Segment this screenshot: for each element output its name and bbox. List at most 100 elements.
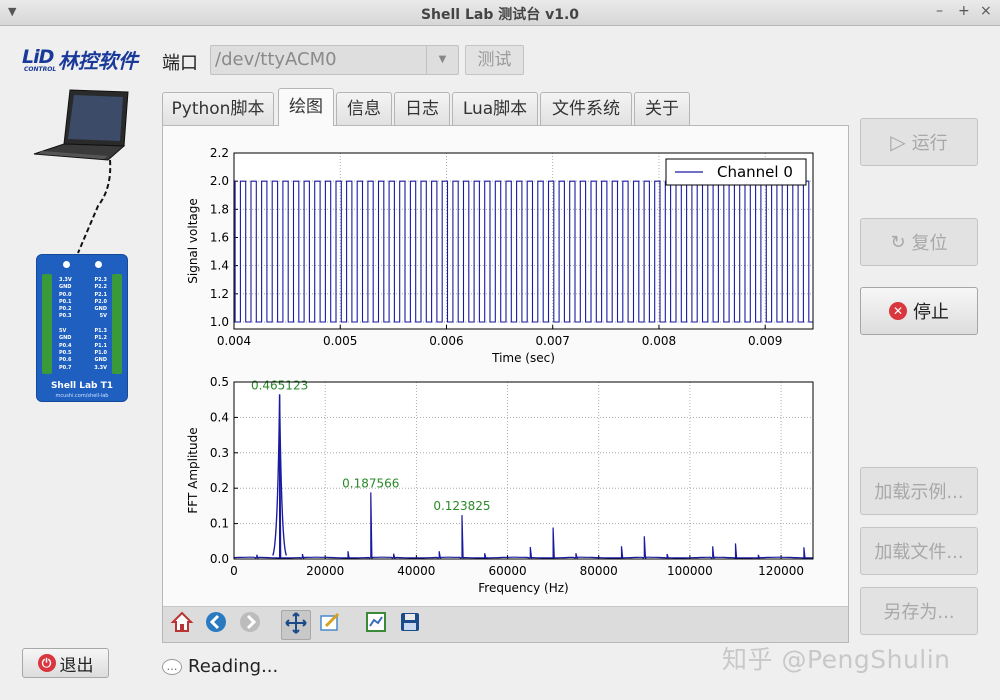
load-example-button[interactable]: 加载示例... bbox=[860, 467, 978, 515]
logo-sub: CONTROL bbox=[24, 66, 57, 73]
pin-label: P1.0 bbox=[94, 349, 107, 356]
zoom-edit-icon[interactable] bbox=[315, 610, 345, 640]
maximize-button[interactable]: + bbox=[958, 3, 970, 19]
port-value: /dev/ttyACM0 bbox=[215, 49, 337, 70]
title-bar: ▼ Shell Lab 测试台 v1.0 – + × bbox=[0, 0, 1000, 26]
pan-move-icon[interactable] bbox=[281, 610, 311, 640]
window-title: Shell Lab 测试台 v1.0 bbox=[420, 7, 580, 23]
exit-label: 退出 bbox=[59, 655, 94, 676]
status-bar: … Reading... bbox=[162, 656, 278, 677]
close-button[interactable]: × bbox=[980, 3, 992, 19]
y-tick-label: 0.0 bbox=[210, 552, 229, 566]
pin-labels-left: 3.3V GND P0.0 P0.1 P0.2 P0.3 5V GND P0.4 P0.5 P0.… bbox=[59, 277, 72, 372]
logo-mark: LiD bbox=[22, 46, 54, 68]
x-tick-label: 0.007 bbox=[536, 334, 570, 348]
x-tick-label: 60000 bbox=[488, 564, 526, 578]
tab-python-script[interactable]: Python脚本 bbox=[162, 92, 274, 126]
tab-plot[interactable]: 绘图 bbox=[278, 88, 334, 126]
y-tick-label: 2.0 bbox=[210, 174, 229, 188]
tab-about[interactable]: 关于 bbox=[634, 92, 690, 126]
mount-hole bbox=[95, 261, 102, 268]
x-tick-label: 100000 bbox=[667, 564, 713, 578]
tab-file-system[interactable]: 文件系统 bbox=[540, 92, 632, 126]
device-url: mcushi.com/shell-lab bbox=[55, 393, 109, 399]
pin-label: P0.4 bbox=[59, 342, 72, 349]
y-tick-label: 0.3 bbox=[210, 446, 229, 460]
plot-canvas: 0.004 0.005 0.006 0.007 0.008 0.009 1.0 1.2 1.4 1… bbox=[186, 146, 814, 595]
y-tick-label: 1.8 bbox=[210, 202, 229, 216]
pin-label: P1.1 bbox=[94, 342, 107, 349]
tab-log[interactable]: 日志 bbox=[394, 92, 450, 126]
device-board-image: 3.3V GND P0.0 P0.1 P0.2 P0.3 5V GND P0.4 P0.5 P0.… bbox=[36, 254, 128, 402]
legend-label: Channel 0 bbox=[717, 163, 793, 181]
status-text: Reading... bbox=[188, 656, 279, 677]
watermark: 知乎 @PengShulin bbox=[722, 645, 951, 674]
y-tick-label: 1.0 bbox=[210, 315, 229, 329]
logo-name: 林控软件 bbox=[58, 49, 138, 73]
plot-toolbar bbox=[163, 606, 848, 642]
x-tick-label: 120000 bbox=[758, 564, 804, 578]
tab-info[interactable]: 信息 bbox=[336, 92, 392, 126]
y-tick-label: 0.1 bbox=[210, 517, 229, 531]
peak-annotation: 0.465123 bbox=[251, 378, 308, 392]
y-axis-label: FFT Amplitude bbox=[186, 427, 200, 513]
y-tick-label: 1.4 bbox=[210, 259, 229, 273]
run-button[interactable]: ▷ 运行 bbox=[860, 118, 978, 166]
run-label: 运行 bbox=[911, 133, 948, 154]
pin-header-left bbox=[42, 274, 52, 374]
refresh-icon: ↻ bbox=[890, 231, 906, 253]
pin-label: P0.6 bbox=[59, 357, 72, 364]
pin-label: P0.0 bbox=[59, 291, 72, 298]
save-disk-icon[interactable] bbox=[395, 610, 425, 640]
tab-lua-script[interactable]: Lua脚本 bbox=[452, 92, 538, 126]
pin-label: P0.7 bbox=[59, 364, 72, 371]
exit-button[interactable]: ⏻ 退出 bbox=[22, 648, 109, 678]
pin-label: P0.1 bbox=[59, 298, 72, 305]
stop-button[interactable]: ✕ 停止 bbox=[860, 287, 978, 335]
home-icon[interactable] bbox=[167, 610, 197, 640]
chevron-down-icon[interactable]: ▼ bbox=[426, 46, 458, 74]
save-as-button[interactable]: 另存为... bbox=[860, 587, 978, 635]
y-tick-label: 0.4 bbox=[210, 410, 229, 424]
port-select[interactable]: /dev/ttyACM0 ▼ bbox=[210, 45, 459, 75]
x-tick-label: 40000 bbox=[397, 564, 435, 578]
y-axis-label: Signal voltage bbox=[186, 198, 200, 284]
x-tick-label: 0.005 bbox=[323, 334, 357, 348]
y-tick-label: 1.6 bbox=[210, 230, 229, 244]
load-file-button[interactable]: 加载文件... bbox=[860, 527, 978, 575]
plot-panel: 0.004 0.005 0.006 0.007 0.008 0.009 1.0 1.2 1.4 1… bbox=[162, 125, 849, 643]
peak-annotation: 0.123825 bbox=[433, 499, 490, 513]
mount-hole bbox=[63, 261, 70, 268]
device-name: Shell Lab T1 bbox=[50, 381, 114, 391]
port-label: 端口 bbox=[162, 53, 198, 74]
x-tick-label: 20000 bbox=[306, 564, 344, 578]
pin-label: P1.2 bbox=[94, 335, 107, 342]
stop-icon: ✕ bbox=[889, 302, 907, 320]
y-tick-label: 1.2 bbox=[210, 287, 229, 301]
pin-label: P2.2 bbox=[94, 284, 107, 291]
x-axis-label: Frequency (Hz) bbox=[478, 581, 569, 595]
stop-label: 停止 bbox=[913, 302, 949, 323]
pin-label: P0.3 bbox=[59, 313, 72, 320]
pin-label: P0.2 bbox=[59, 306, 72, 313]
peak-annotation: 0.187566 bbox=[342, 476, 399, 490]
power-icon: ⏻ bbox=[37, 654, 56, 672]
pin-label: 5V bbox=[59, 328, 67, 335]
configure-subplots-icon[interactable] bbox=[361, 610, 391, 640]
pin-label: P0.5 bbox=[59, 349, 72, 356]
x-axis-label: Time (sec) bbox=[491, 351, 555, 365]
x-tick-label: 0.004 bbox=[217, 334, 251, 348]
x-tick-label: 80000 bbox=[580, 564, 618, 578]
pin-label: 5V bbox=[99, 313, 107, 320]
y-tick-label: 2.2 bbox=[210, 146, 229, 160]
pin-label: 3.3V bbox=[94, 364, 107, 371]
test-button[interactable]: 测试 bbox=[465, 45, 524, 75]
minimize-button[interactable]: – bbox=[936, 3, 943, 19]
forward-arrow-icon[interactable] bbox=[235, 610, 265, 640]
y-tick-label: 0.2 bbox=[210, 481, 229, 495]
pin-label: GND bbox=[94, 306, 107, 313]
pin-labels-right: P2.3 P2.2 P2.1 P2.0 GND 5V P1.3 P1.2 P1.1 P1.0 GN… bbox=[93, 277, 107, 372]
reset-button[interactable]: ↻ 复位 bbox=[860, 218, 978, 266]
x-tick-label: 0.009 bbox=[748, 334, 782, 348]
back-arrow-icon[interactable] bbox=[201, 610, 231, 640]
